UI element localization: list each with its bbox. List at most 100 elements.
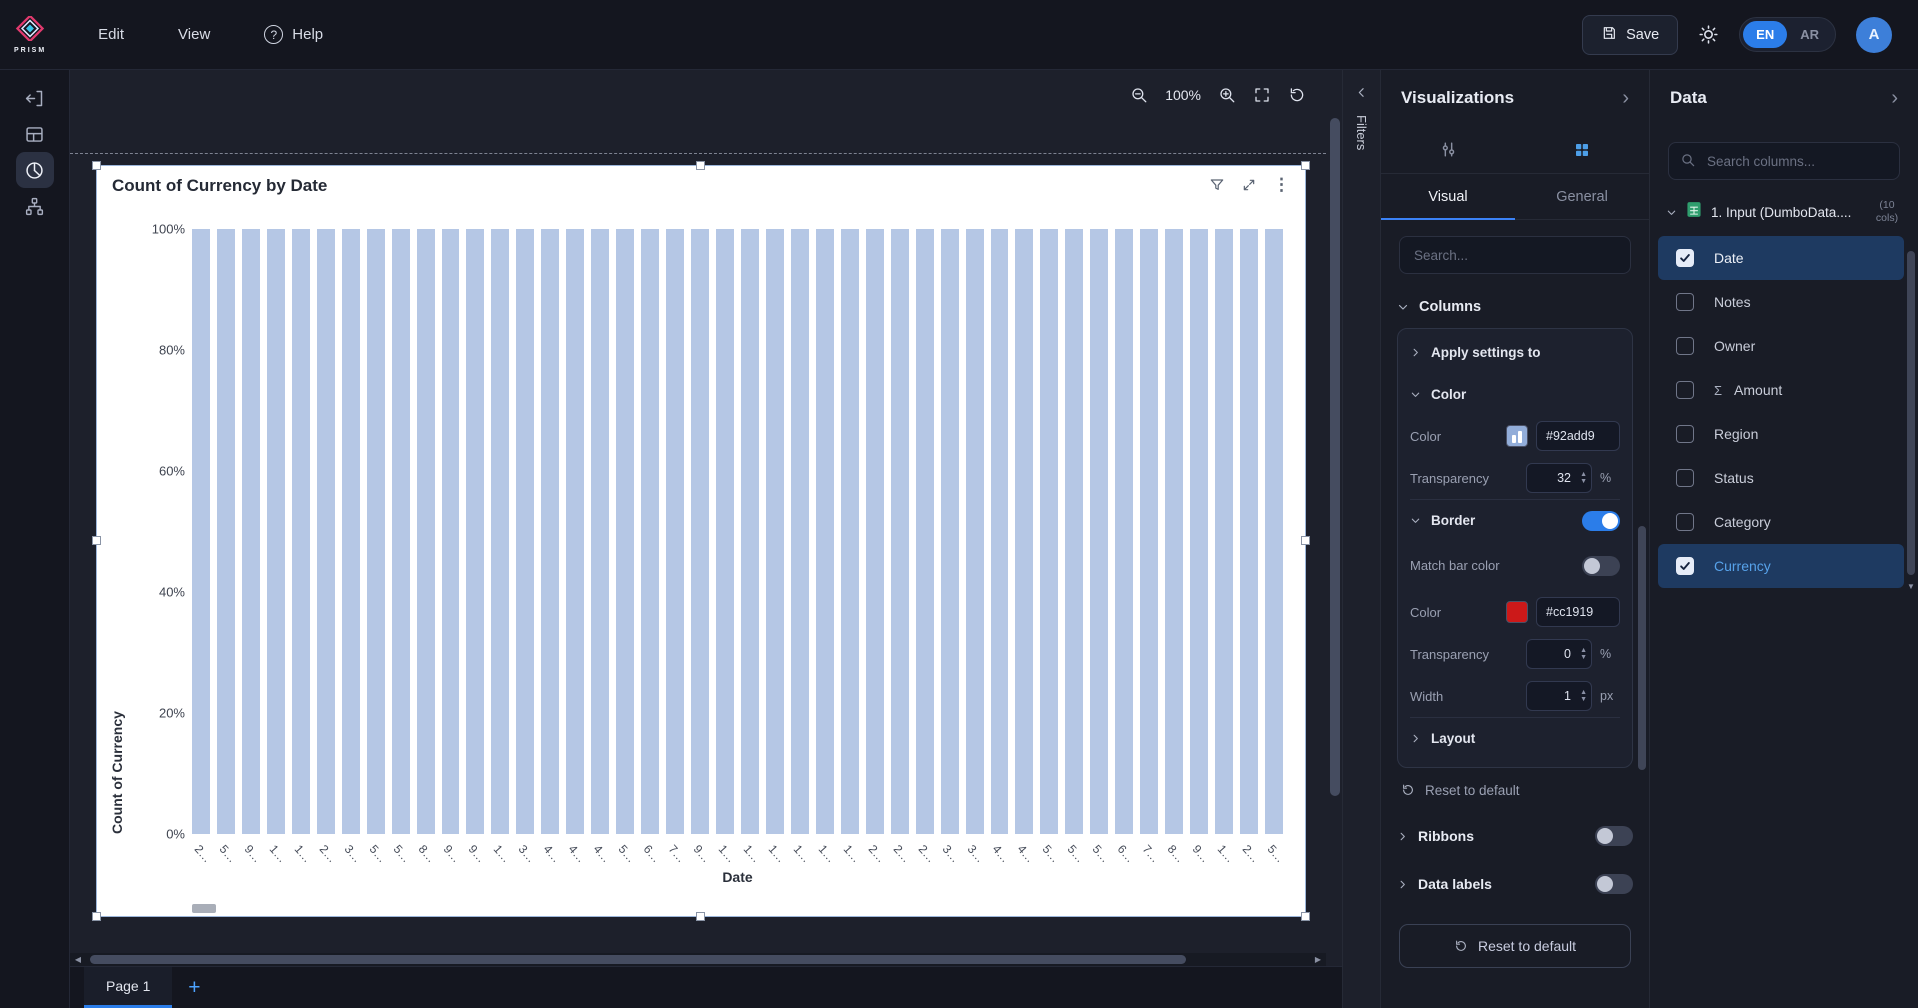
bar[interactable]: 1… [1215, 229, 1237, 865]
resize-handle[interactable] [696, 161, 705, 170]
data-panel-scrollbar-thumb[interactable] [1907, 251, 1915, 575]
tab-visual[interactable]: Visual [1381, 174, 1515, 220]
bar[interactable]: 2… [890, 229, 913, 865]
bar-rect[interactable] [241, 229, 260, 834]
ribbons-section-header[interactable]: Ribbons [1397, 812, 1633, 860]
resize-handle[interactable] [92, 536, 101, 545]
bar-rect[interactable] [915, 229, 934, 834]
bar-rect[interactable] [641, 229, 660, 834]
data-labels-section-header[interactable]: Data labels [1397, 860, 1633, 908]
field-row-notes[interactable]: Notes [1658, 280, 1904, 324]
bar[interactable]: 5… [1040, 229, 1063, 865]
apply-settings-row[interactable]: Apply settings to [1410, 331, 1620, 373]
data-source-row[interactable]: 1. Input (DumboData.... (10 cols) [1650, 188, 1918, 236]
filters-label[interactable]: Filters [1354, 115, 1369, 150]
bar[interactable]: 6… [641, 229, 664, 865]
bar-transparency-input[interactable]: 32 ▲ ▼ [1526, 463, 1592, 493]
bar-rect[interactable] [940, 229, 959, 834]
border-section-header[interactable]: Border [1410, 499, 1620, 541]
bar[interactable]: 5… [1264, 229, 1287, 865]
reset-to-default-button[interactable]: Reset to default [1399, 924, 1631, 968]
bar-rect[interactable] [1140, 229, 1159, 834]
tab-visual-settings-icon[interactable] [1515, 126, 1649, 173]
filter-icon[interactable] [1209, 177, 1225, 193]
canvas-vertical-scrollbar[interactable] [1330, 106, 1340, 876]
bar-rect[interactable] [865, 229, 884, 834]
bar-rect[interactable] [416, 229, 435, 834]
bar[interactable]: 9… [1190, 229, 1212, 865]
stepper-arrows[interactable]: ▲ ▼ [1580, 684, 1587, 708]
bar[interactable]: 1… [740, 229, 763, 865]
resize-handle[interactable] [1301, 161, 1310, 170]
color-section-header[interactable]: Color [1410, 373, 1620, 415]
bar-rect[interactable] [391, 229, 410, 834]
bar[interactable]: 1… [815, 229, 838, 865]
bar-rect[interactable] [965, 229, 984, 834]
zoom-in-icon[interactable] [1218, 86, 1236, 104]
field-row-region[interactable]: Region [1658, 412, 1904, 456]
data-panel-scroll-down-arrow[interactable]: ▼ [1907, 582, 1915, 591]
bar-rect[interactable] [591, 229, 610, 834]
bar[interactable]: 1… [266, 229, 289, 865]
stepper-arrows[interactable]: ▲ ▼ [1580, 642, 1587, 666]
stepper-arrows[interactable]: ▲ ▼ [1580, 466, 1587, 490]
bar-rect[interactable] [765, 229, 784, 834]
border-width-input[interactable]: 1 ▲ ▼ [1526, 681, 1592, 711]
bar[interactable]: 4… [566, 229, 589, 865]
resize-handle[interactable] [1301, 912, 1310, 921]
bar-rect[interactable] [466, 229, 485, 834]
resize-handle[interactable] [696, 912, 705, 921]
match-bar-color-toggle[interactable] [1582, 556, 1620, 576]
language-toggle[interactable]: EN AR [1739, 17, 1836, 52]
bar[interactable]: 7… [666, 229, 688, 865]
border-toggle[interactable] [1582, 510, 1620, 531]
bar[interactable]: 2… [191, 229, 214, 865]
bar-rect[interactable] [740, 229, 759, 834]
checkbox-unchecked[interactable] [1676, 293, 1694, 311]
bar[interactable]: 2… [915, 229, 938, 865]
bar-rect[interactable] [1065, 229, 1084, 834]
bar[interactable]: 9… [691, 229, 713, 865]
bar-rect[interactable] [1215, 229, 1234, 834]
checkbox-unchecked[interactable] [1676, 337, 1694, 355]
bar-rect[interactable] [566, 229, 585, 834]
bar-rect[interactable] [192, 229, 210, 834]
canvas-horizontal-scrollbar[interactable]: ◀ ▶ [70, 953, 1326, 966]
field-row-date[interactable]: Date [1658, 236, 1904, 280]
expand-filters-icon[interactable] [1355, 86, 1368, 99]
bar-rect[interactable] [291, 229, 310, 834]
border-transparency-input[interactable]: 0 ▲ ▼ [1526, 639, 1592, 669]
bar[interactable]: 6… [1115, 229, 1138, 865]
bar-rect[interactable] [366, 229, 385, 834]
reset-zoom-icon[interactable] [1288, 86, 1306, 104]
canvas-horizontal-scrollbar-thumb[interactable] [90, 955, 1186, 964]
chart-visual[interactable]: Count of Currency by Date ⋮ Count of Cur… [92, 161, 1310, 921]
bar-rect[interactable] [1165, 229, 1184, 834]
checkbox-unchecked[interactable] [1676, 513, 1694, 531]
bar-rect[interactable] [491, 229, 510, 834]
resize-handle[interactable] [92, 912, 101, 921]
bar-color-swatch[interactable] [1506, 425, 1528, 447]
bar[interactable]: 9… [466, 229, 489, 865]
resize-handle[interactable] [1301, 536, 1310, 545]
bar-rect[interactable] [616, 229, 635, 834]
dashboard-view-icon[interactable] [16, 116, 54, 152]
save-button[interactable]: Save [1582, 14, 1679, 55]
field-row-status[interactable]: Status [1658, 456, 1904, 500]
bar-rect[interactable] [990, 229, 1009, 834]
checkbox-checked[interactable] [1676, 249, 1694, 267]
add-page-button[interactable]: + [172, 967, 216, 1008]
bar-color-hex-input[interactable]: #92add9 [1536, 421, 1620, 451]
border-color-swatch[interactable] [1506, 601, 1528, 623]
layout-section-header[interactable]: Layout [1410, 717, 1620, 759]
checkbox-unchecked[interactable] [1676, 425, 1694, 443]
resize-handle[interactable] [92, 161, 101, 170]
bar[interactable]: 3… [940, 229, 963, 865]
field-row-owner[interactable]: Owner [1658, 324, 1904, 368]
bar-rect[interactable] [1090, 229, 1109, 834]
data-source-name[interactable]: 1. Input (DumboData.... [1711, 205, 1861, 220]
bar[interactable]: 9… [241, 229, 264, 865]
checkbox-unchecked[interactable] [1676, 469, 1694, 487]
bar[interactable]: 1… [765, 229, 788, 865]
report-canvas[interactable]: 100% Count of Currency by Date ⋮ Count o… [70, 70, 1342, 1008]
